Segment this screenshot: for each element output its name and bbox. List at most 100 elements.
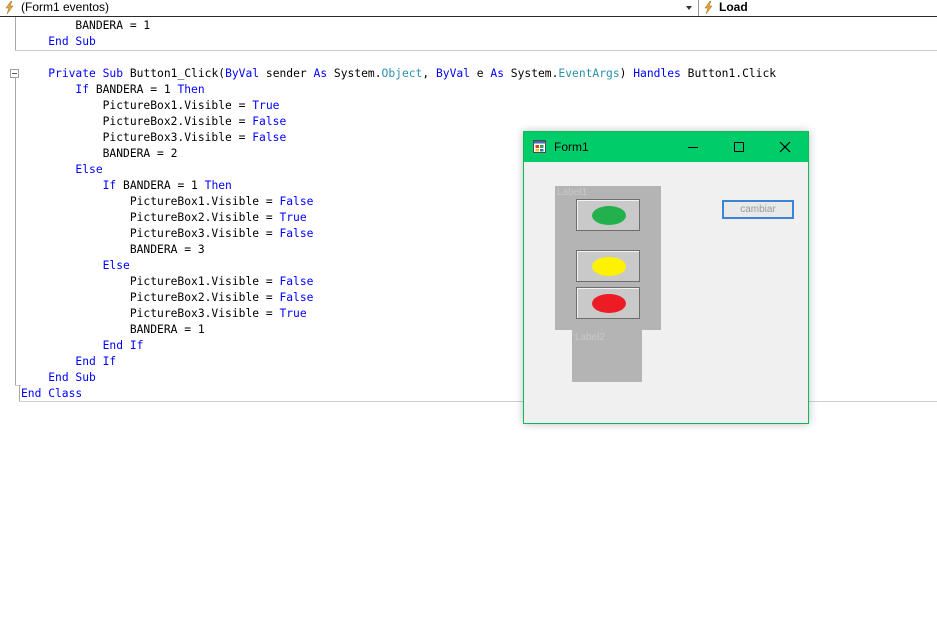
code-line[interactable]: PictureBox1.Visible = False <box>21 194 314 210</box>
code-keyword: End If <box>102 339 144 352</box>
code-keyword: False <box>252 131 287 144</box>
code-keyword: Handles <box>633 67 681 80</box>
collapse-toggle-icon[interactable] <box>10 69 19 78</box>
close-icon <box>779 141 791 153</box>
code-keyword: ByVal <box>225 67 260 80</box>
event-bolt-icon <box>5 1 14 14</box>
code-keyword: False <box>279 275 314 288</box>
code-keyword: As <box>490 67 504 80</box>
code-line[interactable]: PictureBox1.Visible = False <box>21 274 314 290</box>
code-text: PictureBox1.Visible = <box>21 195 280 208</box>
code-text: PictureBox1.Visible = <box>21 99 253 112</box>
minimize-icon <box>688 147 698 148</box>
code-line[interactable]: If BANDERA = 1 Then <box>21 82 205 98</box>
method-dropdown-label: Load <box>719 0 748 14</box>
code-line[interactable]: PictureBox2.Visible = True <box>21 210 307 226</box>
code-keyword: False <box>279 227 314 240</box>
code-keyword: Else <box>75 163 103 176</box>
code-text: BANDERA = 2 <box>21 147 178 160</box>
dropdown-arrow-icon[interactable] <box>686 6 692 10</box>
form1-window: Form1 Label1 Label2 cambiar <box>523 131 809 424</box>
form-app-icon <box>533 140 546 153</box>
maximize-button[interactable] <box>716 132 762 162</box>
picturebox3[interactable] <box>576 287 640 319</box>
class-dropdown[interactable]: (Form1 eventos) <box>0 0 699 16</box>
code-line[interactable]: End If <box>21 338 144 354</box>
code-text: PictureBox2.Visible = <box>21 115 253 128</box>
red-light <box>592 294 626 313</box>
code-line[interactable]: PictureBox2.Visible = False <box>21 290 314 306</box>
code-line[interactable]: PictureBox3.Visible = False <box>21 226 314 242</box>
code-line[interactable]: End Class <box>21 386 82 402</box>
code-line[interactable]: End Sub <box>21 370 96 386</box>
green-light <box>592 206 626 225</box>
cambiar-button[interactable]: cambiar <box>722 200 794 219</box>
code-keyword: ByVal <box>435 67 470 80</box>
code-text: PictureBox3.Visible = <box>21 227 280 240</box>
picturebox2[interactable] <box>576 250 640 282</box>
code-keyword: Private Sub <box>48 67 124 80</box>
code-keyword: If <box>75 83 90 96</box>
code-line[interactable]: PictureBox3.Visible = True <box>21 306 307 322</box>
code-line[interactable]: If BANDERA = 1 Then <box>21 178 232 194</box>
code-line[interactable]: BANDERA = 1 <box>21 18 150 34</box>
code-text: BANDERA = 1 <box>89 83 178 96</box>
code-line[interactable]: BANDERA = 2 <box>21 146 178 162</box>
method-dropdown[interactable]: Load <box>699 0 937 16</box>
code-keyword: End If <box>75 355 117 368</box>
code-line[interactable]: End If <box>21 354 116 370</box>
code-line[interactable]: BANDERA = 1 <box>21 322 205 338</box>
minimize-button[interactable] <box>670 132 716 162</box>
outline-guide <box>15 17 16 50</box>
code-line[interactable]: Else <box>21 258 130 274</box>
label1: Label1 <box>557 187 588 198</box>
outline-guide <box>19 385 20 401</box>
code-line[interactable]: BANDERA = 3 <box>21 242 205 258</box>
editor-navigation-bar: (Form1 eventos) Load <box>0 0 937 17</box>
method-separator <box>15 50 937 51</box>
code-keyword: Then <box>177 83 205 96</box>
outline-guide <box>15 78 16 385</box>
code-text: Button1.Click <box>680 67 777 80</box>
code-keyword: True <box>279 307 307 320</box>
code-keyword: End Sub <box>48 35 96 48</box>
close-button[interactable] <box>762 132 808 162</box>
code-line[interactable]: End Sub <box>21 34 96 50</box>
form1-titlebar[interactable]: Form1 <box>524 132 808 162</box>
code-keyword: Else <box>102 259 130 272</box>
code-keyword: End Sub <box>48 371 96 384</box>
code-keyword: False <box>279 195 314 208</box>
code-text: , <box>422 67 436 80</box>
code-text: BANDERA = 1 <box>21 19 151 32</box>
code-type: Object <box>381 67 423 80</box>
code-text: Button1_Click( <box>123 67 226 80</box>
code-line[interactable]: Else <box>21 162 103 178</box>
event-bolt-icon <box>704 1 713 14</box>
code-keyword: If <box>102 179 117 192</box>
code-text: System. <box>327 67 382 80</box>
code-text: e <box>469 67 491 80</box>
code-line[interactable]: PictureBox2.Visible = False <box>21 114 287 130</box>
code-keyword: True <box>252 99 280 112</box>
code-keyword: As <box>313 67 328 80</box>
code-text: BANDERA = 1 <box>21 323 205 336</box>
code-keyword: False <box>252 115 287 128</box>
picturebox1[interactable] <box>576 199 640 231</box>
code-line[interactable]: Private Sub Button1_Click(ByVal sender A… <box>21 66 776 82</box>
class-dropdown-label: (Form1 eventos) <box>21 0 110 14</box>
form1-title: Form1 <box>554 140 589 154</box>
code-line[interactable]: PictureBox3.Visible = False <box>21 130 287 146</box>
label2: Label2 <box>575 332 606 343</box>
code-keyword: Then <box>204 179 232 192</box>
yellow-light <box>592 257 626 276</box>
code-text: PictureBox1.Visible = <box>21 275 280 288</box>
code-line[interactable]: PictureBox1.Visible = True <box>21 98 280 114</box>
code-type: EventArgs <box>558 67 620 80</box>
